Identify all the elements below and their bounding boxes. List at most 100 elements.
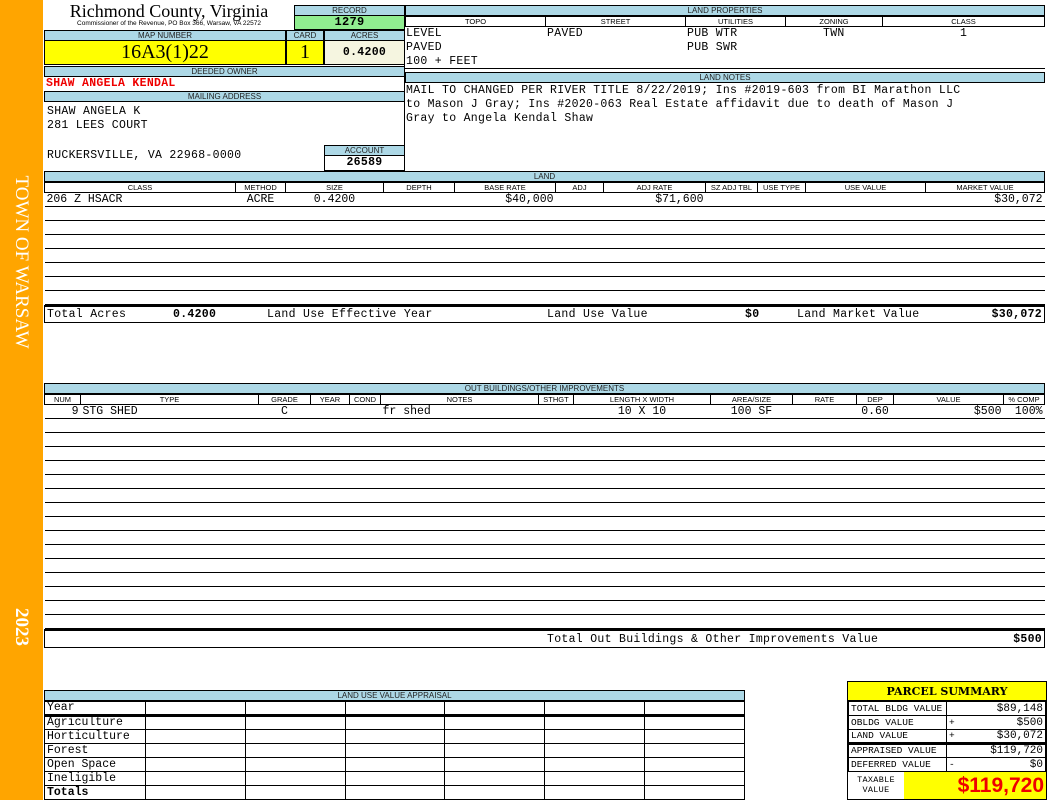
land-cell bbox=[555, 276, 604, 291]
outbuilding-cell bbox=[380, 586, 539, 601]
outbuilding-cell bbox=[349, 614, 381, 629]
outbuilding-cell bbox=[310, 488, 350, 503]
outbuilding-cell bbox=[710, 614, 793, 629]
land-col-header: SIZE bbox=[285, 182, 384, 193]
note-line: Gray to Angela Kendal Shaw bbox=[406, 112, 594, 125]
land-cell bbox=[44, 262, 236, 277]
outbuilding-cell bbox=[380, 502, 539, 517]
appraisal-cell bbox=[244, 729, 346, 744]
land-col-header: METHOD bbox=[235, 182, 286, 193]
land-cell bbox=[805, 206, 926, 221]
land-col-header: USE TYPE bbox=[757, 182, 806, 193]
outbuilding-col-header: COND bbox=[349, 394, 381, 405]
outbuilding-col-header: VALUE bbox=[893, 394, 1004, 405]
outbuilding-cell bbox=[258, 418, 311, 433]
outbuilding-cell bbox=[893, 600, 1004, 615]
land-cell bbox=[285, 262, 384, 277]
mailing-address-label: MAILING ADDRESS bbox=[44, 91, 405, 102]
outbuilding-cell bbox=[310, 530, 350, 545]
outbuilding-col-header: NUM bbox=[44, 394, 81, 405]
appraisal-row: Open Space bbox=[44, 757, 745, 772]
outbuilding-cell bbox=[893, 418, 1004, 433]
land-cell: $71,600 bbox=[603, 192, 706, 207]
land-cell bbox=[603, 248, 706, 263]
commissioner-address: Commissioner of the Revenue, PO Box 366,… bbox=[77, 20, 261, 27]
land-cell bbox=[235, 262, 286, 277]
outbuilding-cell bbox=[856, 432, 894, 447]
summary-row: TOTAL BLDG VALUE $89,148 bbox=[848, 701, 1046, 716]
outbuilding-cell bbox=[573, 460, 711, 475]
outbuilding-cell bbox=[856, 530, 894, 545]
account-label: ACCOUNT bbox=[324, 145, 405, 156]
outbuilding-cell bbox=[792, 544, 857, 559]
land-cell bbox=[925, 262, 1045, 277]
appraisal-cell bbox=[544, 757, 646, 772]
appraisal-row: Year bbox=[44, 701, 745, 717]
outbuilding-col-header: RATE bbox=[792, 394, 857, 405]
land-cell bbox=[805, 220, 926, 235]
outbuilding-cell bbox=[380, 572, 539, 587]
appraisal-cell bbox=[244, 715, 346, 730]
outbuilding-cell bbox=[80, 516, 259, 531]
land-cell bbox=[383, 206, 455, 221]
appraisal-cell bbox=[444, 701, 546, 717]
outbuilding-cell bbox=[80, 558, 259, 573]
land-cell bbox=[285, 220, 384, 235]
outbuilding-col-header: AREA/SIZE bbox=[710, 394, 793, 405]
outbuilding-cell bbox=[856, 474, 894, 489]
outbuilding-cell: fr shed bbox=[380, 404, 539, 419]
outbuilding-cell bbox=[792, 586, 857, 601]
col-topo: TOPO bbox=[405, 16, 546, 27]
land-section: LAND CLASS METHOD SIZE DEPTH BASE RATE ADJ ADJ… bbox=[44, 171, 1045, 323]
outbuilding-cell bbox=[893, 516, 1004, 531]
outbuilding-cell bbox=[258, 460, 311, 475]
outbuilding-cell bbox=[310, 432, 350, 447]
land-totals: Total Acres 0.4200 Land Use Effective Ye… bbox=[44, 305, 1045, 323]
summary-label: TOTAL BLDG VALUE bbox=[848, 701, 947, 716]
street-value: PAVED bbox=[547, 27, 584, 40]
outbuilding-cell bbox=[792, 404, 857, 419]
mailing-line: 281 LEES COURT bbox=[47, 119, 148, 132]
land-cell bbox=[555, 262, 604, 277]
outbuilding-cell bbox=[258, 586, 311, 601]
outbuilding-row bbox=[44, 516, 1045, 531]
outbuilding-cell bbox=[538, 488, 574, 503]
summary-label: OBLDG VALUE bbox=[848, 715, 947, 730]
outbuilding-cell: $500 bbox=[893, 404, 1004, 419]
col-zoning: ZONING bbox=[785, 16, 883, 27]
outbuilding-cell bbox=[80, 572, 259, 587]
land-row bbox=[44, 248, 1045, 263]
col-utilities: UTILITIES bbox=[685, 16, 786, 27]
appraisal-cell bbox=[344, 715, 446, 730]
land-cell bbox=[383, 276, 455, 291]
outbuilding-cell bbox=[80, 600, 259, 615]
land-cell bbox=[555, 192, 604, 207]
outbuilding-cell bbox=[710, 446, 793, 461]
outbuilding-cell bbox=[349, 488, 381, 503]
outbuilding-cell bbox=[792, 460, 857, 475]
outbuilding-cell bbox=[1003, 418, 1045, 433]
outbuilding-cell: 0.60 bbox=[856, 404, 894, 419]
land-cell bbox=[454, 262, 556, 277]
summary-row: LAND VALUE + $30,072 bbox=[848, 729, 1046, 744]
outbuilding-cell bbox=[349, 404, 381, 419]
outbuilding-cell bbox=[573, 586, 711, 601]
outbuilding-cell bbox=[310, 404, 350, 419]
outbuilding-cell bbox=[792, 474, 857, 489]
outbuilding-cell bbox=[856, 558, 894, 573]
outbuilding-cell bbox=[856, 418, 894, 433]
land-row bbox=[44, 220, 1045, 235]
outbuilding-cell bbox=[792, 516, 857, 531]
outbuilding-cell bbox=[792, 418, 857, 433]
outbuilding-row bbox=[44, 474, 1045, 489]
summary-value: $30,072 bbox=[960, 729, 1046, 744]
summary-operator: + bbox=[946, 715, 961, 730]
outbuilding-cell bbox=[893, 460, 1004, 475]
outbuilding-cell bbox=[538, 586, 574, 601]
outbuilding-cell bbox=[380, 460, 539, 475]
land-cell bbox=[285, 276, 384, 291]
outbuilding-cell bbox=[893, 474, 1004, 489]
map-number-label: MAP NUMBER bbox=[44, 30, 286, 41]
land-cell bbox=[705, 220, 758, 235]
acres-label: ACRES bbox=[324, 30, 405, 41]
